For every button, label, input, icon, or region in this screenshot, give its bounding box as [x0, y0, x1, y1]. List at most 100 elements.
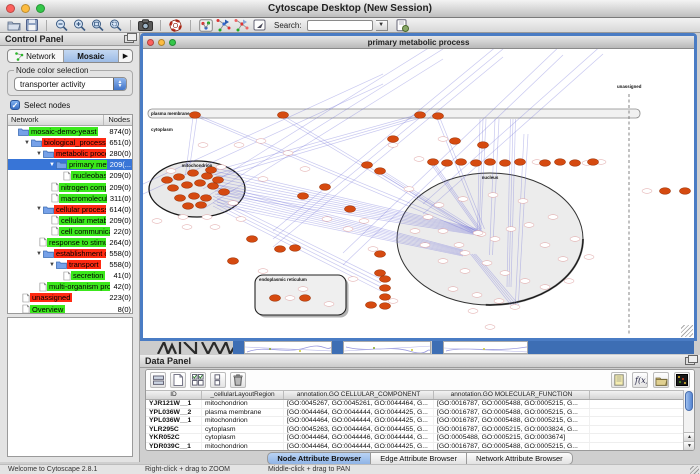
- gene-node-capsule[interactable]: [388, 299, 398, 304]
- tree-row[interactable]: multi-organism pro42(0): [8, 281, 132, 292]
- table-row[interactable]: YKR052Ccytoplasm[GO:0044464, GO:0044446,…: [146, 434, 683, 443]
- gene-node-capsule[interactable]: [152, 219, 162, 224]
- gene-node[interactable]: [365, 302, 376, 309]
- gene-node-capsule[interactable]: [236, 217, 246, 222]
- gene-node[interactable]: [319, 184, 330, 191]
- gene-node[interactable]: [387, 136, 398, 143]
- gene-node-capsule[interactable]: [460, 269, 470, 274]
- tree-row[interactable]: ▼establishment of lo558(0): [8, 248, 132, 259]
- gene-node-capsule[interactable]: [324, 302, 334, 307]
- app-resize-grip[interactable]: [690, 466, 699, 474]
- gene-node-capsule[interactable]: [414, 157, 424, 162]
- table-cell[interactable]: YKR052C: [146, 434, 202, 442]
- gene-node-capsule[interactable]: [448, 287, 458, 292]
- window-resize-grip[interactable]: [681, 325, 693, 337]
- tree-header-network[interactable]: Network: [8, 115, 104, 125]
- gene-node[interactable]: [269, 295, 280, 302]
- tab-mosaic[interactable]: Mosaic: [64, 50, 120, 62]
- expand-arrow-icon[interactable]: ▼: [24, 140, 31, 146]
- save-icon[interactable]: [24, 19, 39, 32]
- gene-node[interactable]: [449, 138, 460, 145]
- gene-node-capsule[interactable]: [202, 215, 212, 220]
- gene-node-capsule[interactable]: [166, 169, 176, 174]
- gene-node-capsule[interactable]: [210, 225, 220, 230]
- expand-arrow-icon[interactable]: ▼: [36, 206, 43, 212]
- search-dropdown-button[interactable]: ▼: [376, 20, 388, 31]
- column-header[interactable]: _cellularLayoutRegion: [202, 391, 284, 399]
- gene-node-capsule[interactable]: [472, 293, 482, 298]
- gene-node[interactable]: [289, 245, 300, 252]
- snapshot-camera-icon[interactable]: [138, 19, 153, 32]
- zoom-selected-icon[interactable]: [108, 19, 123, 32]
- gene-node[interactable]: [200, 195, 211, 202]
- tree-row[interactable]: response to stimulu264(0): [8, 237, 132, 248]
- gene-node-capsule[interactable]: [524, 223, 534, 228]
- table-cell[interactable]: YJR121W__1: [146, 400, 202, 408]
- gene-node-capsule[interactable]: [506, 227, 516, 232]
- gene-node[interactable]: [195, 202, 206, 209]
- gene-node[interactable]: [379, 294, 390, 301]
- table-cell[interactable]: [GO:0016787, GO:0005215, GO:0003824, G..…: [434, 426, 590, 434]
- tree-row[interactable]: nucleobase-209(0): [8, 170, 132, 181]
- table-cell[interactable]: [GO:0044464, GO:0044444, GO:0044425, G..…: [284, 409, 434, 417]
- gene-node-capsule[interactable]: [473, 231, 483, 236]
- background-window-fragment[interactable]: [443, 341, 528, 354]
- expand-arrow-icon[interactable]: ▼: [49, 162, 56, 168]
- table-cell[interactable]: YPL036W__1: [146, 417, 202, 425]
- tree-row[interactable]: mosaic-demo-yeast874(0): [8, 126, 132, 137]
- gene-node-capsule[interactable]: [178, 215, 188, 220]
- expand-arrow-icon[interactable]: ▼: [36, 251, 43, 257]
- gene-node[interactable]: [277, 112, 288, 119]
- table-cell[interactable]: plasma membrane: [202, 409, 284, 417]
- new-attribute-icon[interactable]: [170, 372, 186, 388]
- gene-node-capsule[interactable]: [300, 167, 310, 172]
- tree-header-nodes[interactable]: Nodes: [104, 115, 132, 125]
- gene-node-capsule[interactable]: [518, 199, 528, 204]
- import-attributes-icon[interactable]: [611, 372, 627, 388]
- gene-node[interactable]: [361, 162, 372, 169]
- gene-node[interactable]: [374, 251, 385, 258]
- tree-row[interactable]: ▼metabolic process280(0): [8, 148, 132, 159]
- table-row[interactable]: YPL036W__2plasma membrane[GO:0044464, GO…: [146, 409, 683, 418]
- gene-node[interactable]: [477, 142, 488, 149]
- expand-arrow-icon[interactable]: ▼: [36, 151, 43, 157]
- tree-row[interactable]: macromolecule311(0): [8, 193, 132, 204]
- gene-node-capsule[interactable]: [490, 237, 500, 242]
- gene-node-capsule[interactable]: [540, 243, 550, 248]
- table-cell[interactable]: [GO:0045267, GO:0045261, GO:0044464, G..…: [284, 400, 434, 408]
- gene-node-capsule[interactable]: [510, 305, 520, 310]
- attribute-match-icon[interactable]: [210, 372, 226, 388]
- gene-node-capsule[interactable]: [423, 215, 433, 220]
- gene-node-capsule[interactable]: [438, 259, 448, 264]
- gene-node-capsule[interactable]: [388, 143, 398, 148]
- gene-node[interactable]: [379, 303, 390, 310]
- gene-node[interactable]: [414, 112, 425, 119]
- network-window-titlebar[interactable]: primary metabolic process: [143, 36, 694, 49]
- tree-row[interactable]: secretion41(0): [8, 270, 132, 281]
- gene-node-capsule[interactable]: [564, 279, 574, 284]
- open-file-icon[interactable]: [6, 19, 21, 32]
- zoom-out-icon[interactable]: [54, 19, 69, 32]
- table-row[interactable]: YJR121W__1mitochondrion[GO:0045267, GO:0…: [146, 400, 683, 409]
- gene-node[interactable]: [173, 174, 184, 181]
- gene-node-capsule[interactable]: [258, 269, 268, 274]
- tree-row[interactable]: unassigned223(0): [8, 292, 132, 303]
- gene-node[interactable]: [174, 195, 185, 202]
- gene-node-capsule[interactable]: [494, 299, 504, 304]
- gene-node-capsule[interactable]: [216, 165, 226, 170]
- gene-node-capsule[interactable]: [228, 201, 238, 206]
- annotation-icon[interactable]: [252, 19, 267, 32]
- select-nodes-checkbox[interactable]: ✓: [10, 100, 20, 110]
- gene-node[interactable]: [218, 189, 229, 196]
- help-lifering-icon[interactable]: [168, 19, 183, 32]
- gene-node[interactable]: [484, 159, 495, 166]
- gene-node[interactable]: [182, 203, 193, 210]
- gene-node[interactable]: [246, 236, 257, 243]
- gene-node-capsule[interactable]: [348, 277, 358, 282]
- table-cell[interactable]: YDR039C__1: [146, 443, 202, 451]
- plugin-manager-icon[interactable]: [395, 19, 410, 32]
- gene-node[interactable]: [299, 295, 310, 302]
- more-tabs-arrow[interactable]: ▶: [119, 50, 132, 62]
- gene-node-capsule[interactable]: [454, 243, 464, 248]
- gene-node-capsule[interactable]: [548, 215, 558, 220]
